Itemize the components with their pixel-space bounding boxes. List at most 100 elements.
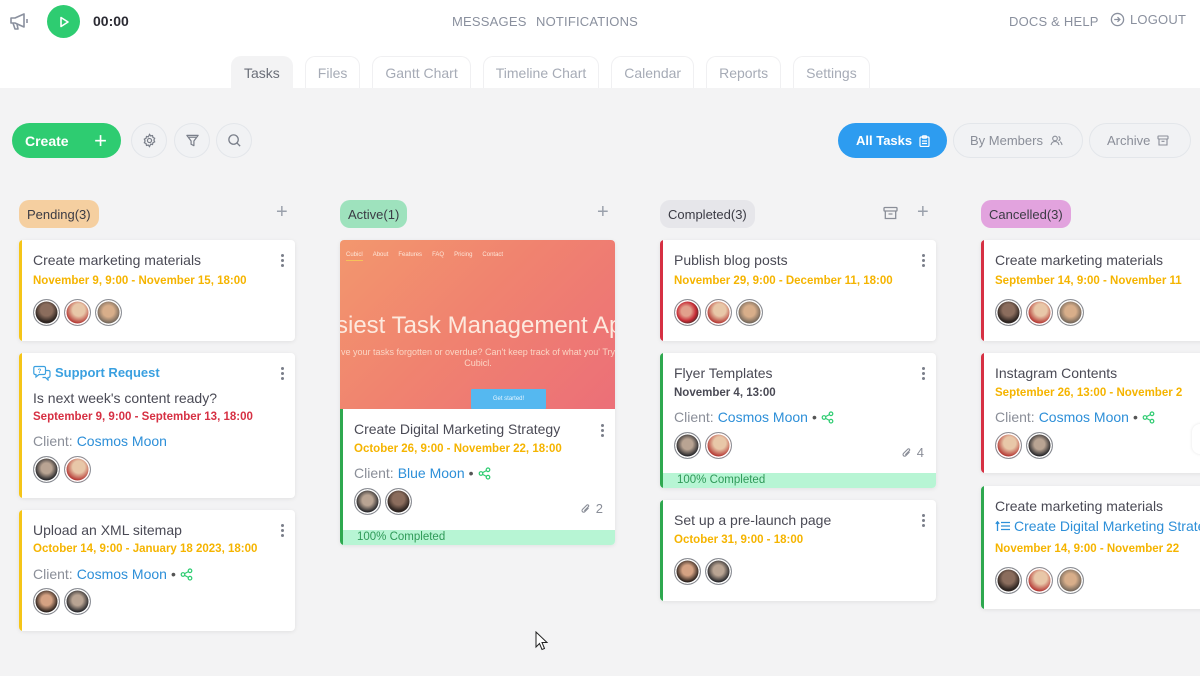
progress-bar: 100% Completed: [663, 473, 936, 488]
avatar[interactable]: [33, 299, 60, 326]
assignees: [995, 567, 1084, 594]
share-icon[interactable]: [478, 466, 491, 480]
avatar[interactable]: [995, 567, 1022, 594]
assignees: [354, 488, 412, 515]
task-title: Upload an XML sitemap: [33, 522, 182, 538]
task-card[interactable]: Publish blog posts November 29, 9:00 - D…: [660, 240, 936, 341]
avatar[interactable]: [1026, 432, 1053, 459]
card-menu-icon[interactable]: [281, 524, 285, 537]
share-icon[interactable]: [180, 567, 193, 581]
filter-button[interactable]: [174, 123, 210, 158]
task-date: November 4, 13:00: [674, 387, 776, 399]
avatar[interactable]: [95, 299, 122, 326]
client-link[interactable]: Cosmos Moon: [718, 409, 808, 425]
subtask-icon: [995, 520, 1010, 531]
avatar[interactable]: [1057, 299, 1084, 326]
avatar[interactable]: [354, 488, 381, 515]
card-menu-icon[interactable]: [922, 254, 926, 267]
avatar[interactable]: [1057, 567, 1084, 594]
task-title: Create marketing materials: [995, 252, 1164, 268]
avatar[interactable]: [995, 432, 1022, 459]
attachments-count[interactable]: 4: [901, 445, 924, 460]
status-accent: [340, 409, 343, 545]
task-card[interactable]: Create marketing materials September 14,…: [981, 240, 1200, 341]
client-line: Client: Cosmos Moon •: [674, 409, 834, 425]
add-active-task-icon[interactable]: +: [597, 202, 609, 222]
card-menu-icon[interactable]: [281, 367, 285, 380]
add-completed-task-icon[interactable]: +: [917, 202, 929, 222]
timer-play-button[interactable]: [47, 5, 80, 38]
assignees: [33, 588, 91, 615]
avatar[interactable]: [64, 588, 91, 615]
avatar[interactable]: [995, 299, 1022, 326]
notifications-link[interactable]: NOTIFICATIONS: [536, 14, 638, 29]
avatar[interactable]: [705, 432, 732, 459]
client-link[interactable]: Cosmos Moon: [1039, 409, 1129, 425]
task-card[interactable]: Create marketing materials November 9, 9…: [19, 240, 295, 341]
tab-gantt-chart[interactable]: Gantt Chart: [372, 56, 471, 88]
tab-files[interactable]: Files: [304, 56, 361, 88]
card-menu-icon[interactable]: [922, 367, 926, 380]
task-card[interactable]: Instagram Contents September 26, 13:00 -…: [981, 353, 1200, 473]
search-button[interactable]: [216, 123, 252, 158]
avatar[interactable]: [385, 488, 412, 515]
all-tasks-button[interactable]: All Tasks: [838, 123, 947, 158]
messages-link[interactable]: MESSAGES: [452, 14, 527, 29]
client-link[interactable]: Cosmos Moon: [77, 433, 167, 449]
tab-reports[interactable]: Reports: [706, 56, 782, 88]
avatar[interactable]: [705, 299, 732, 326]
share-icon[interactable]: [1142, 410, 1155, 424]
archive-button[interactable]: Archive: [1089, 123, 1191, 158]
logout-link[interactable]: LOGOUT: [1110, 12, 1186, 27]
attachments-number: 2: [595, 501, 603, 516]
filter-icon: [185, 134, 199, 147]
client-link[interactable]: Blue Moon: [398, 465, 465, 481]
task-card[interactable]: Set up a pre-launch page October 31, 9:0…: [660, 500, 936, 601]
settings-button[interactable]: [131, 123, 167, 158]
task-cover-image: Cubicl About Features FAQ Pricing Contac…: [340, 240, 615, 409]
task-card[interactable]: ? Support Request Is next week's content…: [19, 353, 295, 498]
avatar[interactable]: [33, 588, 60, 615]
assignees: [33, 456, 91, 483]
task-card[interactable]: Flyer Templates November 4, 13:00 Client…: [660, 353, 936, 488]
avatar[interactable]: [1026, 567, 1053, 594]
avatar[interactable]: [674, 432, 701, 459]
assignees: [995, 299, 1084, 326]
client-line: Client: Cosmos Moon: [33, 433, 167, 449]
add-pending-task-icon[interactable]: +: [276, 202, 288, 222]
share-icon[interactable]: [821, 410, 834, 424]
avatar[interactable]: [64, 456, 91, 483]
by-members-button[interactable]: By Members: [953, 123, 1083, 158]
status-accent: [981, 240, 984, 341]
archive-column-icon[interactable]: [883, 204, 898, 224]
attachments-count[interactable]: 2: [580, 501, 603, 516]
task-title: Create Digital Marketing Strategy: [354, 421, 561, 437]
avatar[interactable]: [1026, 299, 1053, 326]
avatar[interactable]: [33, 456, 60, 483]
gear-icon: [143, 133, 155, 148]
avatar[interactable]: [64, 299, 91, 326]
avatar[interactable]: [705, 558, 732, 585]
avatar[interactable]: [674, 558, 701, 585]
card-menu-icon[interactable]: [281, 254, 285, 267]
task-date: November 14, 9:00 - November 22: [995, 543, 1180, 555]
task-card[interactable]: Create marketing materials Create Digita…: [981, 486, 1200, 609]
status-accent: [660, 500, 663, 601]
create-button[interactable]: Create +: [12, 123, 121, 158]
docs-help-link[interactable]: DOCS & HELP: [1009, 14, 1099, 29]
tab-timeline-chart[interactable]: Timeline Chart: [482, 56, 600, 88]
task-card[interactable]: Cubicl About Features FAQ Pricing Contac…: [340, 240, 615, 545]
avatar[interactable]: [674, 299, 701, 326]
horizontal-scroll-handle[interactable]: [1192, 424, 1200, 454]
tab-calendar[interactable]: Calendar: [611, 56, 695, 88]
client-link[interactable]: Cosmos Moon: [77, 566, 167, 582]
parent-task-link[interactable]: Create Digital Marketing Strategy: [995, 518, 1200, 534]
card-menu-icon[interactable]: [922, 514, 926, 527]
megaphone-icon[interactable]: [8, 10, 30, 32]
card-menu-icon[interactable]: [601, 424, 605, 437]
avatar[interactable]: [736, 299, 763, 326]
tab-tasks[interactable]: Tasks: [231, 56, 293, 88]
task-card[interactable]: Upload an XML sitemap October 14, 9:00 -…: [19, 510, 295, 631]
separator-dot: •: [468, 465, 474, 481]
tab-settings[interactable]: Settings: [793, 56, 870, 88]
